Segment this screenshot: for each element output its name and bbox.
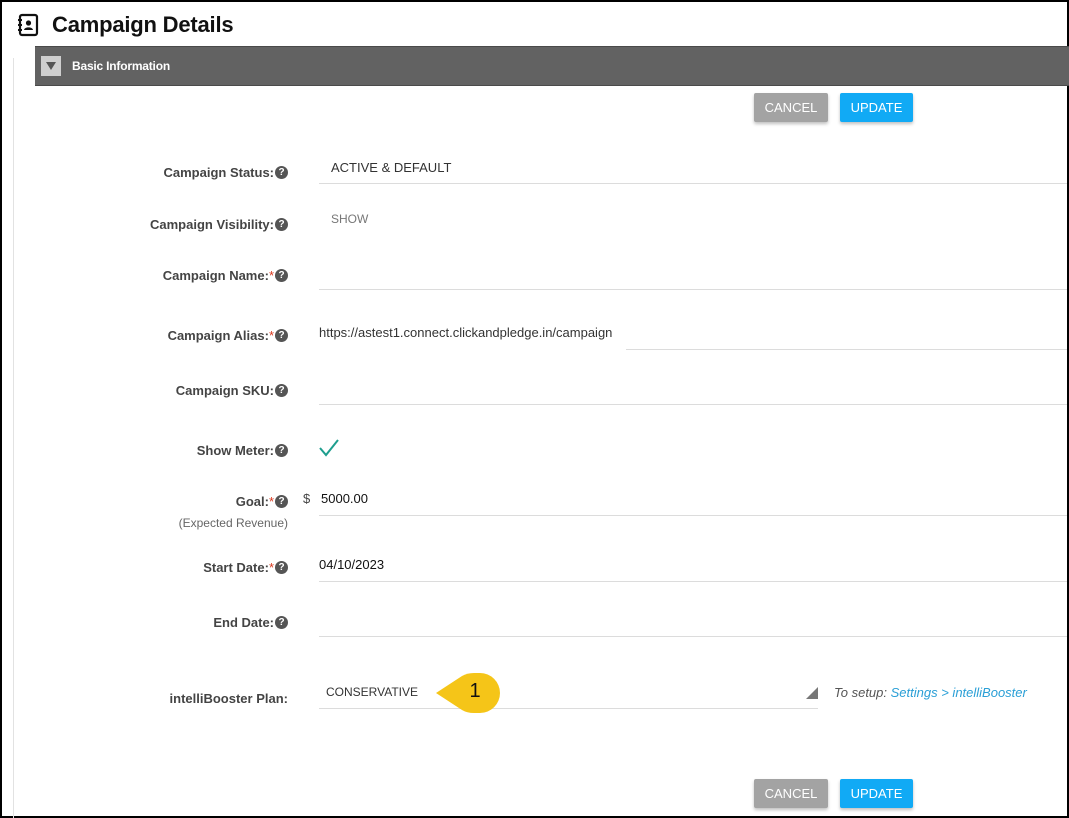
help-icon[interactable]: ? [275,329,288,342]
campaign-sku-label-text: Campaign SKU: [175,383,274,398]
update-button[interactable]: UPDATE [840,93,913,122]
help-icon[interactable]: ? [275,616,288,629]
section-title: Basic Information [72,59,170,73]
content-left-border [13,58,14,818]
campaign-name-input[interactable] [319,268,1067,288]
end-date-label-text: End Date: [213,615,274,630]
campaign-alias-label-text: Campaign Alias: [167,328,269,343]
goal-sublabel: (Expected Revenue) [178,516,288,530]
campaign-name-label: Campaign Name: *? [163,268,288,283]
page-title: Campaign Details [52,12,234,37]
campaign-sku-label: Campaign SKU:? [176,383,288,398]
setup-hint: To setup: Settings > intelliBooster [834,685,1027,700]
campaign-alias-prefix: https://astest1.connect.clickandpledge.i… [319,325,613,340]
goal-input[interactable]: 5000.00 [321,491,368,506]
help-icon[interactable]: ? [275,495,288,508]
contacts-book-icon [18,13,39,37]
select-corner-arrow-icon[interactable] [806,687,818,699]
help-icon[interactable]: ? [275,269,288,282]
cancel-button-bottom[interactable]: CANCEL [754,779,828,808]
required-marker: * [268,494,274,509]
goal-label: Goal: *? [236,494,288,509]
triangle-down-icon[interactable] [41,56,61,76]
campaign-visibility-value[interactable]: SHOW [331,212,368,226]
help-icon[interactable]: ? [275,561,288,574]
campaign-status-value[interactable]: ACTIVE & DEFAULT [331,160,451,175]
cancel-button[interactable]: CANCEL [754,93,828,122]
update-button-bottom[interactable]: UPDATE [840,779,913,808]
field-underline [319,581,1067,582]
intellibooster-plan-label: intelliBooster Plan: [170,691,288,706]
end-date-label: End Date:? [213,615,288,630]
campaign-name-label-text: Campaign Name: [162,268,269,283]
show-meter-label: Show Meter:? [197,443,288,458]
field-underline [319,183,1067,184]
start-date-input[interactable]: 04/10/2023 [319,557,384,572]
checkmark-icon[interactable] [318,437,340,459]
required-marker: * [268,560,274,575]
callout-number: 1 [469,680,481,702]
campaign-alias-input[interactable] [626,325,1067,345]
goal-label-text: Goal: [235,494,269,509]
campaign-sku-input[interactable] [319,383,1067,403]
campaign-status-label: Campaign Status:? [163,165,288,180]
field-underline [319,636,1067,637]
settings-intellibooster-link[interactable]: Settings > intelliBooster [891,685,1027,700]
campaign-alias-label: Campaign Alias: *? [168,328,288,343]
section-header-basic-information[interactable]: Basic Information [35,46,1069,86]
required-marker: * [268,268,274,283]
intellibooster-plan-select[interactable]: CONSERVATIVE [326,685,418,699]
end-date-input[interactable] [319,614,1067,634]
currency-symbol: $ [303,491,311,506]
campaign-status-label-text: Campaign Status: [163,165,274,180]
field-underline [319,289,1067,290]
help-icon[interactable]: ? [275,166,288,179]
campaign-visibility-label-text: Campaign Visibility: [149,217,274,232]
field-underline [319,404,1067,405]
field-underline [626,349,1067,350]
field-underline [319,515,1067,516]
help-icon[interactable]: ? [275,444,288,457]
help-icon[interactable]: ? [275,218,288,231]
help-icon[interactable]: ? [275,384,288,397]
campaign-visibility-label: Campaign Visibility:? [150,217,288,232]
start-date-label-text: Start Date: [203,560,269,575]
intellibooster-plan-label-text: intelliBooster Plan: [169,691,288,706]
show-meter-label-text: Show Meter: [196,443,274,458]
start-date-label: Start Date: *? [203,560,288,575]
field-underline [319,708,818,709]
required-marker: * [268,328,274,343]
page-header: Campaign Details [16,10,234,40]
setup-hint-prefix: To setup: [834,685,888,700]
